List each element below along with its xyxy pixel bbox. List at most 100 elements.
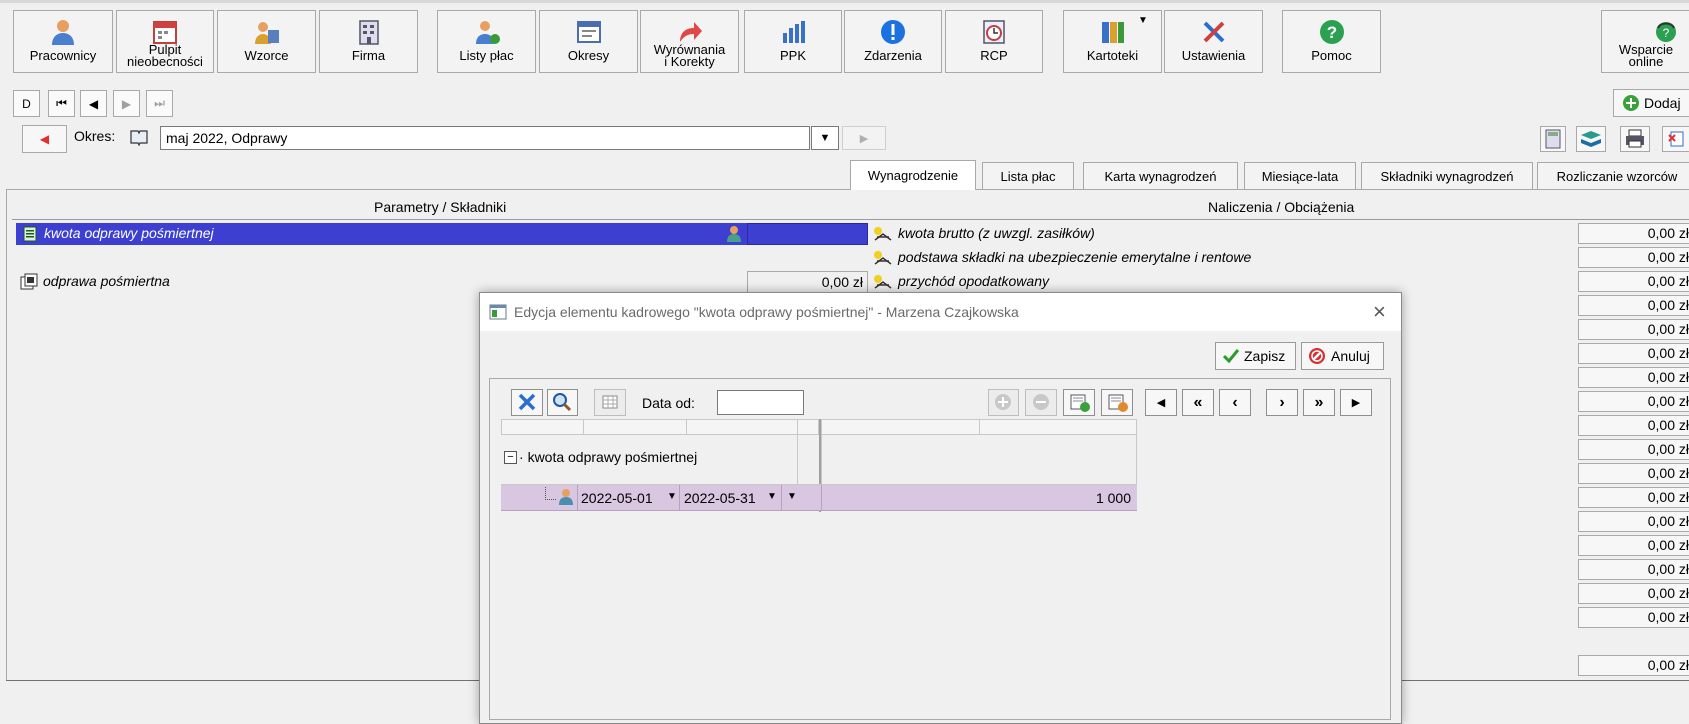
cancel-button[interactable]: Anuluj [1301,342,1384,370]
value-field[interactable]: 0,00 zł [1578,295,1689,316]
previous-icon: ◀ [88,96,99,111]
calendar-view-button[interactable] [594,389,626,416]
value-field[interactable]: 0,00 zł [1578,247,1689,268]
chevron-right-icon: › [1279,393,1285,411]
fast-back-button[interactable]: « [1182,389,1214,416]
previous-record-button[interactable]: ◀ [80,90,107,117]
list-item-value-field[interactable] [747,223,868,245]
remove-row-button[interactable] [1025,389,1057,416]
close-icon[interactable]: × [1373,299,1386,325]
value-field[interactable]: 0,00 zł [1578,535,1689,556]
events-info-icon [881,20,905,44]
toolbar-button-zdarzenia[interactable]: Zdarzenia [844,10,942,73]
collapse-tree-icon[interactable]: − [504,451,517,464]
value-field[interactable]: 0,00 zł [1578,319,1689,340]
forward-button[interactable]: › [1266,389,1298,416]
grid-header-divider [979,419,980,435]
amount-cell[interactable]: 1 000 [1041,490,1131,506]
books-icon [1581,131,1601,147]
toolbar-button-firma[interactable]: Firma [319,10,418,73]
value-field[interactable]: 0,00 zł [1578,271,1689,292]
value-field[interactable]: 0,00 zł [1578,223,1689,244]
value-field[interactable]: 0,00 zł [1578,607,1689,628]
value-field[interactable]: 0,00 zł [1578,583,1689,604]
value-field[interactable]: 0,00 zł [1578,343,1689,364]
books-button[interactable] [1576,126,1606,152]
toolbar-button-rcp[interactable]: RCP [945,10,1043,73]
list-item-value-field[interactable]: 0,00 zł [747,271,868,293]
tab-wynagrodzenie[interactable]: Wynagrodzenie [850,160,976,190]
value-field[interactable]: 0,00 zł [1578,391,1689,412]
back-button[interactable]: ‹ [1219,389,1251,416]
first-record-button[interactable]: ⏮ [48,90,75,117]
skip-last-icon: ⏭ [154,96,165,110]
header-divider [12,219,1689,220]
table-row[interactable]: 2022-05-01 ▼ 2022-05-31 ▼ ▼ 1 000 [501,485,1137,511]
toolbar-button-listy-plac[interactable]: Listy płac [437,10,536,73]
add-row-button[interactable] [988,389,1019,416]
export-icon [1668,131,1684,147]
toolbar-button-pomoc[interactable]: ? Pomoc [1282,10,1381,73]
new-record-button[interactable]: D [13,90,40,117]
tab-karta-wynagrodzen[interactable]: Karta wynagrodzeń [1083,162,1238,189]
calc-row-label: podstawa składki na ubezpieczenie emeryt… [898,249,1252,265]
date-from-input[interactable] [717,390,804,415]
toolbar-button-pracownicy[interactable]: Pracownicy [13,10,113,73]
grid-header-divider [686,419,687,435]
date-to-cell[interactable]: 2022-05-31 [684,490,756,506]
period-previous-button[interactable]: ◀ [22,125,67,153]
value-field[interactable]: 0,00 zł [1578,463,1689,484]
add-record-button[interactable] [1063,389,1095,416]
period-dropdown-button[interactable]: ▼ [811,126,839,150]
date-from-cell[interactable]: 2022-05-01 [581,490,653,506]
add-button[interactable]: Dodaj [1613,89,1689,117]
tab-rozliczanie-wzorcow[interactable]: Rozliczanie wzorców [1537,162,1689,189]
company-icon [358,20,379,45]
add-button-label: Dodaj [1644,95,1681,111]
tools-icon [518,393,536,411]
chevron-down-icon: ▼ [1138,15,1148,26]
search-button[interactable] [547,389,578,416]
value-field[interactable]: 0,00 zł [1578,415,1689,436]
toolbar-button-ppk[interactable]: PPK [744,10,842,73]
chevron-down-icon[interactable]: ▼ [667,491,677,502]
tab-miesiace-lata[interactable]: Miesiące-lata [1244,162,1356,189]
next-record-button[interactable]: ▶ [113,90,140,117]
save-button[interactable]: Zapisz [1215,342,1296,370]
last-record-button[interactable]: ⏭ [146,90,173,117]
toolbar-button-wyrownania[interactable]: Wyrównania i Korekty [640,10,739,73]
export-button[interactable] [1662,126,1689,152]
last-column-button[interactable]: ▶ [1340,389,1372,416]
edit-record-button[interactable] [1101,389,1133,416]
value-field[interactable]: 0,00 zł [1578,511,1689,532]
value-field[interactable]: 0,00 zł [1578,367,1689,388]
periods-icon [576,21,601,43]
toolbar-button-pulpit-nieobecnosci[interactable]: Pulpit nieobecności [116,10,214,73]
tools-button[interactable] [511,389,543,416]
value-field[interactable]: 0,00 zł [1578,655,1689,676]
tab-skladniki-wynagrodzen[interactable]: Składniki wynagrodzeń [1361,162,1533,189]
dialog-titlebar: Edycja elementu kadrowego "kwota odprawy… [480,293,1401,331]
chevron-down-icon[interactable]: ▼ [787,491,797,502]
print-button[interactable] [1620,126,1650,152]
toolbar-button-wzorce[interactable]: Wzorce [217,10,316,73]
value-field[interactable]: 0,00 zł [1578,559,1689,580]
list-item-selected[interactable]: kwota odprawy pośmiertnej [16,223,868,245]
tab-lista-plac[interactable]: Lista płac [982,162,1074,189]
toolbar-button-wsparcie-online[interactable]: ? Wsparcie online [1601,10,1689,73]
toolbar-button-okresy[interactable]: Okresy [539,10,638,73]
period-next-button[interactable]: ▶ [842,126,886,150]
fast-forward-button[interactable]: » [1303,389,1335,416]
toolbar-button-kartoteki[interactable]: ▼ Kartoteki [1063,10,1162,73]
tree-node-label: · kwota odprawy pośmiertnej [519,449,698,465]
calculator-button[interactable] [1540,126,1566,152]
chevron-down-icon[interactable]: ▼ [767,491,777,502]
toolbar-button-ustawienia[interactable]: Ustawienia [1164,10,1263,73]
value-field[interactable]: 0,00 zł [1578,439,1689,460]
value-field[interactable]: 0,00 zł [1578,487,1689,508]
period-select[interactable]: maj 2022, Odprawy [160,126,810,150]
calculation-icon [874,251,892,265]
list-item[interactable]: odprawa pośmiertna 0,00 zł [16,271,868,293]
add-circle-icon [995,394,1011,410]
first-column-button[interactable]: ◀ [1145,389,1177,416]
